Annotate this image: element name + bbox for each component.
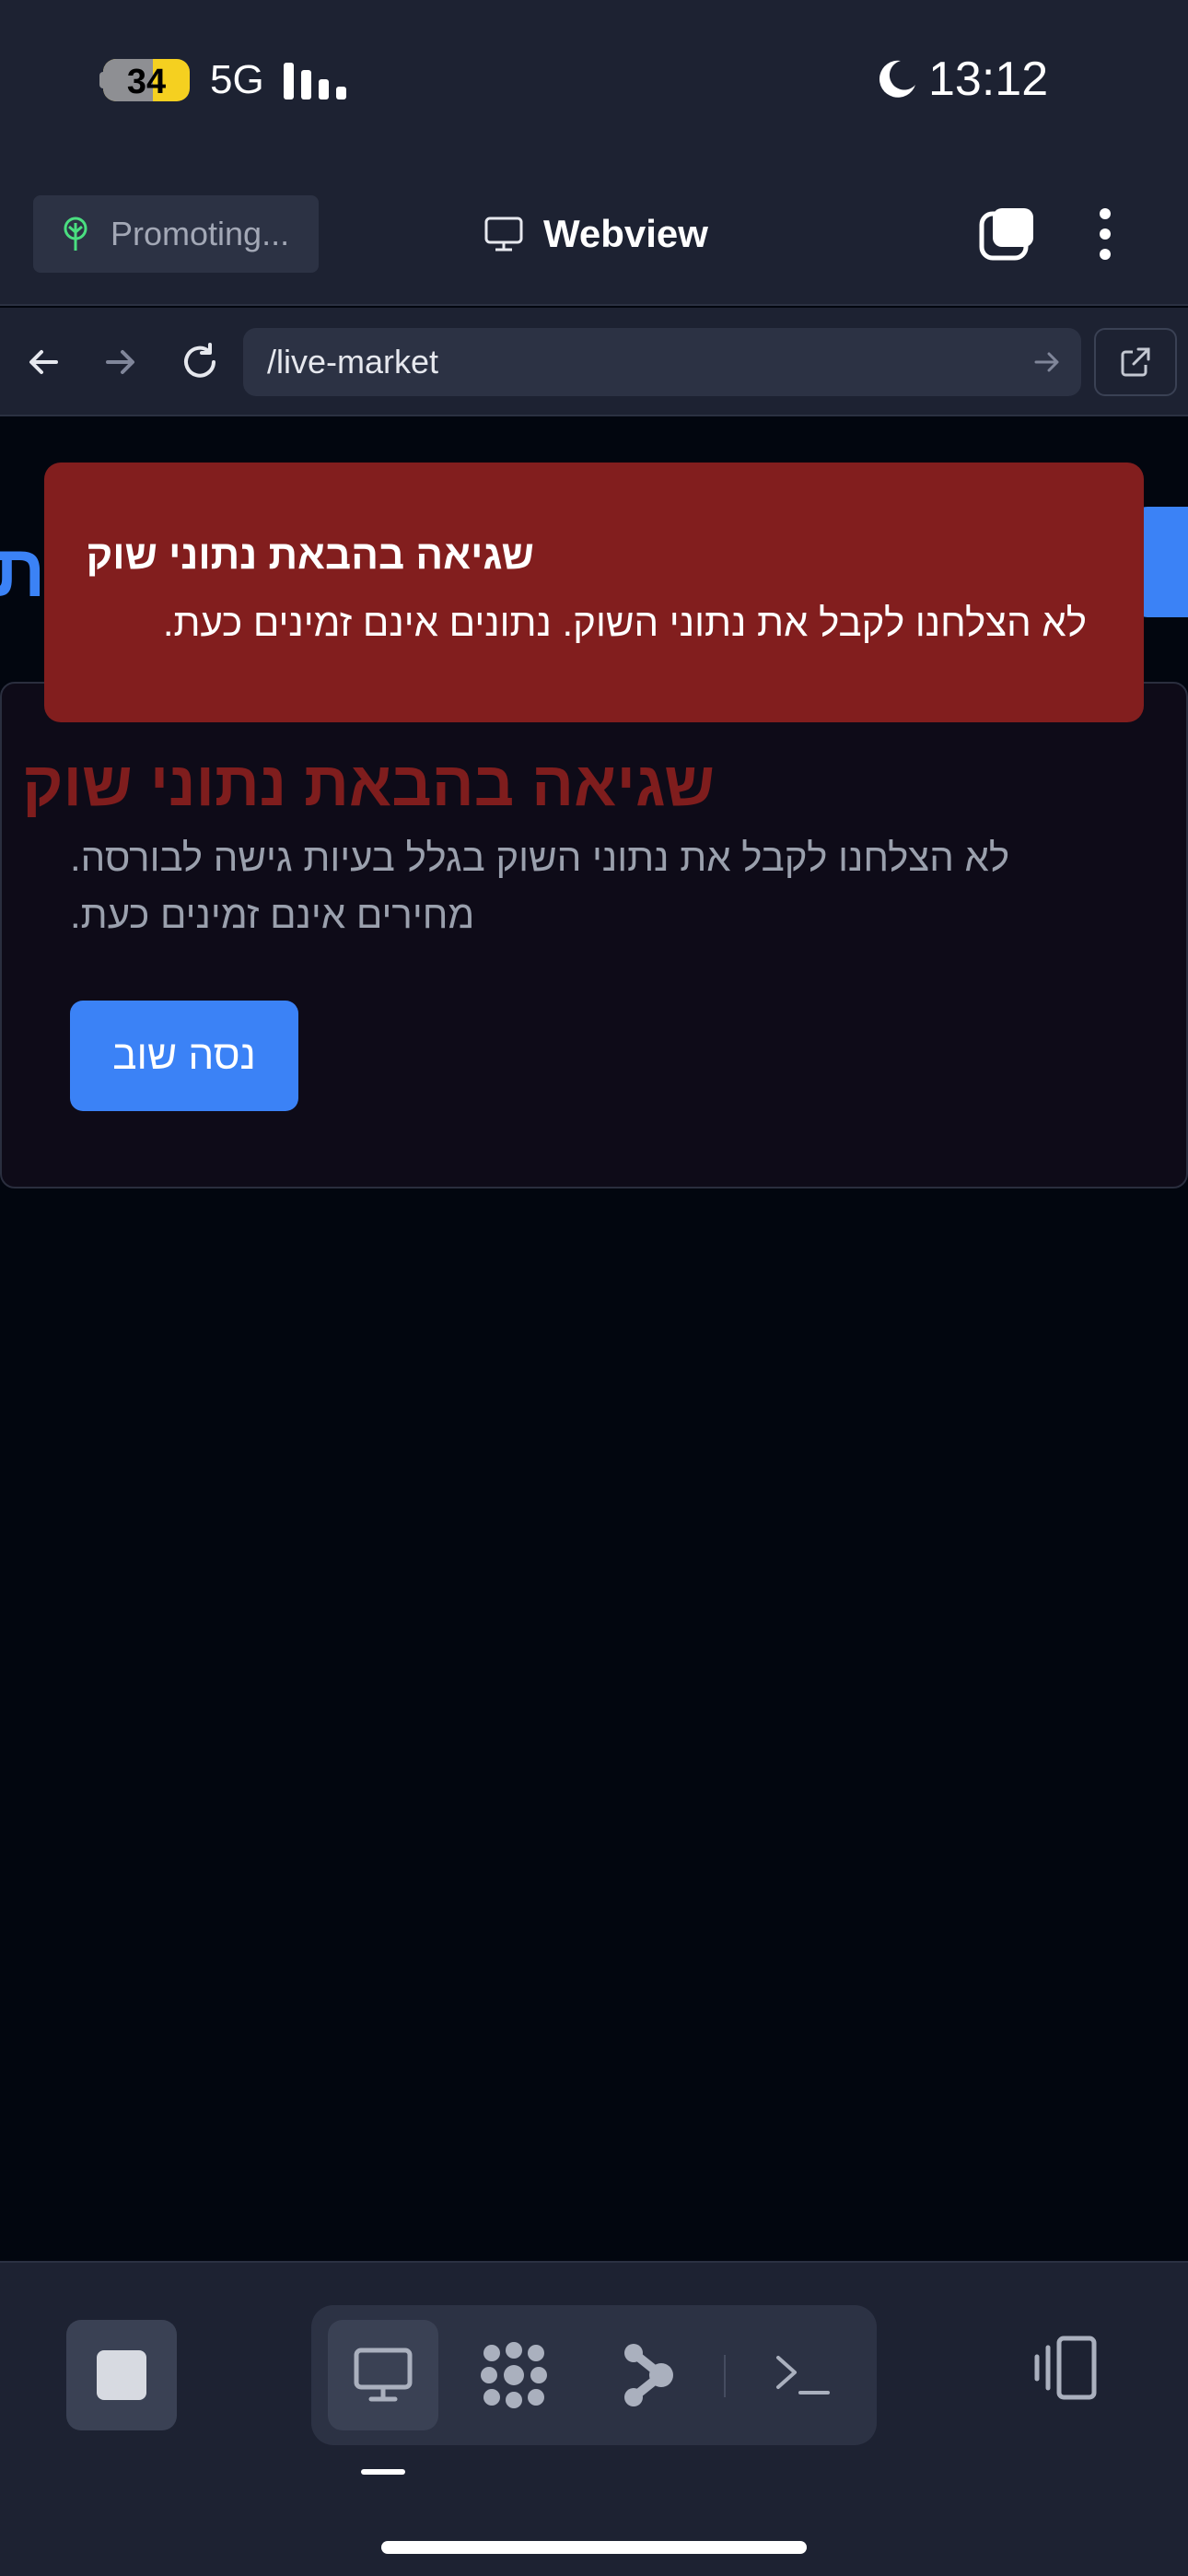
tabs-icon[interactable] [978, 205, 1037, 263]
url-text[interactable]: /live-market [267, 343, 438, 381]
webview-title: Webview [483, 206, 708, 262]
monitor-icon [354, 2348, 413, 2402]
tab-terminal[interactable] [748, 2320, 858, 2430]
go-arrow-icon[interactable] [1031, 346, 1063, 378]
active-tab-indicator [361, 2469, 405, 2475]
battery-icon: 34 [103, 59, 190, 101]
navigation-bar: /live-market [0, 308, 1188, 416]
status-time: 13:12 [928, 53, 1049, 106]
home-indicator[interactable] [381, 2541, 807, 2554]
device-rotate-icon[interactable] [1028, 2331, 1101, 2405]
bottom-toolbar [0, 2261, 1188, 2576]
network-type: 5G [210, 57, 264, 102]
stop-button[interactable] [66, 2320, 177, 2430]
error-toast[interactable]: שגיאה בהבאת נתוני שוק לא הצלחנו לקבל את … [44, 463, 1144, 722]
seg-divider [724, 2355, 726, 2397]
tab-webview[interactable] [328, 2320, 438, 2430]
signal-icon [284, 61, 348, 100]
moon-icon [879, 60, 915, 98]
error-card-message: לא הצלחנו לקבל את נתוני השוק בגלל בעיות … [70, 836, 1010, 936]
grid-dots-icon [481, 2342, 547, 2408]
error-card: שגיאה בהבאת נתוני שוק לא הצלחנו לקבל את … [0, 682, 1188, 1188]
arrow-left-icon [29, 350, 58, 374]
error-card-title: שגיאה בהבאת נתוני שוק [22, 749, 715, 819]
retry-button[interactable]: נסה שוב [70, 1001, 298, 1111]
more-vertical-icon[interactable] [1087, 206, 1124, 263]
tab-share[interactable] [593, 2320, 704, 2430]
tab-grid[interactable] [459, 2320, 569, 2430]
external-link-icon [1121, 347, 1150, 377]
arrow-right-icon [106, 350, 134, 374]
page-heading: ת [0, 530, 46, 612]
status-bar: 34 5G 13:12 [0, 0, 1188, 166]
webview-page: ת שגיאה בהבאת נתוני שוק לא הצלחנו לקבל א… [0, 418, 1188, 2261]
view-switcher [311, 2305, 877, 2445]
browser-header: Promoting... Webview [0, 166, 1188, 306]
terminal-icon [776, 2356, 830, 2395]
stop-icon [97, 2350, 146, 2400]
open-external-button[interactable] [1094, 328, 1177, 396]
back-button[interactable] [11, 330, 76, 394]
url-bar[interactable]: /live-market [243, 328, 1081, 396]
toast-message: לא הצלחנו לקבל את נתוני השוק. נתונים אינ… [162, 601, 1087, 644]
toast-title: שגיאה בהבאת נתוני שוק [86, 533, 534, 578]
share-nodes-icon [624, 2344, 673, 2406]
battery-percentage: 34 [126, 63, 167, 101]
tree-icon [64, 217, 87, 251]
promote-button[interactable]: Promoting... [33, 195, 319, 273]
monitor-icon [484, 217, 523, 252]
forward-button[interactable] [88, 330, 153, 394]
webview-title-label: Webview [543, 212, 708, 255]
promote-label: Promoting... [111, 215, 290, 252]
reload-icon [184, 343, 215, 378]
reload-button[interactable] [168, 330, 232, 394]
